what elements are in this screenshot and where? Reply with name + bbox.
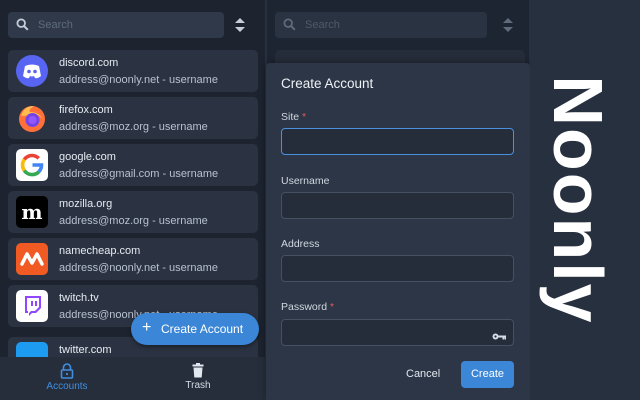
trash-icon	[192, 363, 204, 378]
create-button[interactable]: Create	[461, 361, 514, 388]
accounts-panel: discord.com address@noonly.net - usernam…	[0, 0, 265, 400]
account-item-discord[interactable]: discord.com address@noonly.net - usernam…	[8, 50, 258, 92]
site-label: Site *	[281, 111, 307, 123]
password-field[interactable]	[281, 319, 514, 346]
nav-accounts-label: Accounts	[46, 381, 88, 392]
create-account-label: Create Account	[161, 322, 244, 336]
bottom-nav: Accounts Trash	[0, 357, 265, 400]
lock-icon	[60, 363, 74, 379]
background-search-bar	[275, 12, 487, 38]
search-input[interactable]	[38, 16, 218, 34]
address-field[interactable]	[281, 255, 514, 282]
password-input[interactable]	[282, 320, 513, 345]
account-item-mozilla[interactable]: m mozilla.org address@moz.org - username	[8, 191, 258, 233]
account-site: twitch.tv	[59, 292, 99, 304]
account-site: google.com	[59, 151, 116, 163]
account-item-google[interactable]: google.com address@gmail.com - username	[8, 144, 258, 186]
account-subtitle: address@noonly.net - username	[59, 262, 218, 274]
cancel-button[interactable]: Cancel	[406, 368, 440, 380]
search-bar[interactable]	[8, 12, 224, 38]
create-account-button[interactable]: + Create Account	[131, 313, 259, 345]
search-icon	[16, 18, 29, 36]
sort-icon	[500, 14, 516, 41]
account-site: discord.com	[59, 57, 119, 69]
plus-icon: +	[142, 319, 152, 336]
nav-trash[interactable]: Trash	[158, 357, 238, 400]
background-search-input	[305, 16, 475, 34]
create-account-dialog: Create Account Site * Username Address P…	[266, 63, 530, 400]
brand-panel: Noonly	[530, 0, 640, 400]
dialog-title: Create Account	[281, 76, 374, 91]
background-list-item	[275, 50, 525, 64]
discord-logo-icon	[16, 55, 48, 87]
address-input[interactable]	[282, 256, 513, 281]
account-site: twitter.com	[59, 344, 112, 356]
twitch-logo-icon	[16, 290, 48, 322]
nav-trash-label: Trash	[185, 380, 211, 391]
svg-text:m: m	[21, 200, 42, 224]
account-site: mozilla.org	[59, 198, 113, 210]
search-icon	[283, 18, 296, 36]
account-site: namecheap.com	[59, 245, 141, 257]
nav-accounts[interactable]: Accounts	[27, 357, 107, 400]
site-input[interactable]	[282, 129, 513, 154]
sort-icon[interactable]	[232, 14, 248, 36]
username-label: Username	[281, 175, 330, 187]
namecheap-logo-icon	[16, 243, 48, 275]
password-label: Password *	[281, 301, 335, 313]
brand-name: Noonly	[539, 75, 617, 325]
site-field[interactable]	[281, 128, 514, 155]
account-item-namecheap[interactable]: namecheap.com address@noonly.net - usern…	[8, 238, 258, 280]
username-input[interactable]	[282, 193, 513, 218]
key-icon[interactable]	[492, 328, 506, 346]
account-subtitle: address@moz.org - username	[59, 121, 208, 133]
firefox-logo-icon	[16, 102, 48, 134]
address-label: Address	[281, 238, 320, 250]
account-item-firefox[interactable]: firefox.com address@moz.org - username	[8, 97, 258, 139]
account-subtitle: address@gmail.com - username	[59, 168, 219, 180]
account-site: firefox.com	[59, 104, 113, 116]
account-subtitle: address@noonly.net - username	[59, 74, 218, 86]
username-field[interactable]	[281, 192, 514, 219]
account-subtitle: address@moz.org - username	[59, 215, 208, 227]
mozilla-logo-icon: m	[16, 196, 48, 228]
google-logo-icon	[16, 149, 48, 181]
